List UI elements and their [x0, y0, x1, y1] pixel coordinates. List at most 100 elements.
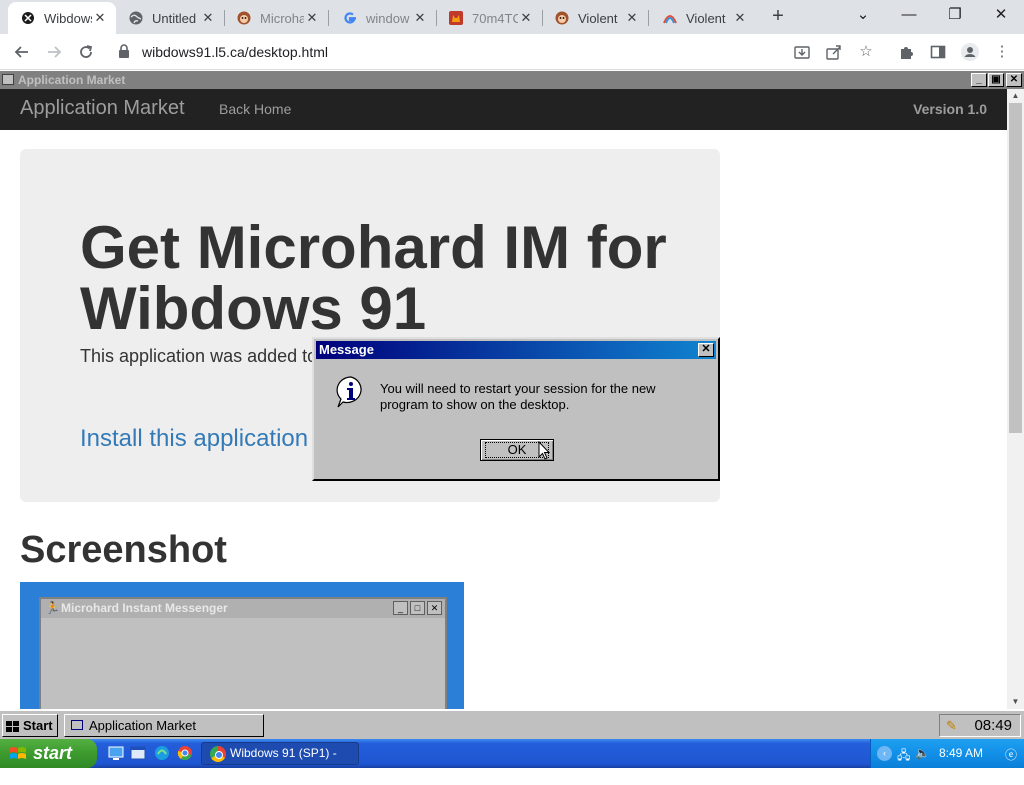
- tab-untitled[interactable]: Untitled ✕: [116, 2, 224, 34]
- app-navbar: Application Market Back Home Version 1.0: [0, 89, 1007, 130]
- screenshot-window-titlebar: 🏃 Microhard Instant Messenger: [41, 599, 445, 618]
- scroll-down-arrow-icon[interactable]: ▼: [1007, 695, 1024, 709]
- pencil-icon[interactable]: ✎: [946, 715, 957, 736]
- dialog-title: Message: [319, 342, 374, 357]
- xp-start-button[interactable]: start: [0, 739, 97, 768]
- tab-title: Violent: [686, 10, 726, 26]
- window-close-button[interactable]: ✕: [978, 0, 1024, 32]
- tab-google-search[interactable]: window ✕: [330, 2, 436, 34]
- xp-start-label: start: [33, 743, 73, 763]
- wibdows-icon: [20, 10, 36, 26]
- cat-icon: [448, 10, 464, 26]
- dialog-titlebar[interactable]: Message ✕: [316, 341, 716, 359]
- screenshot-window-title: Microhard Instant Messenger: [61, 601, 228, 615]
- globe-icon: [128, 10, 144, 26]
- profile-avatar-icon[interactable]: [958, 40, 982, 64]
- w91-close-button[interactable]: ✕: [1006, 73, 1022, 87]
- xp-clock: 8:49 AM: [939, 746, 984, 760]
- monkey-icon: [236, 10, 252, 26]
- screenshot-messenger-window: 🏃 Microhard Instant Messenger _ □ ✕: [39, 597, 447, 709]
- tab-violentmonkey-1[interactable]: Violent ✕: [542, 2, 648, 34]
- new-tab-button[interactable]: +: [766, 5, 790, 29]
- close-icon[interactable]: ✕: [304, 10, 320, 26]
- lock-icon[interactable]: [118, 44, 132, 60]
- scroll-thumb[interactable]: [1009, 103, 1022, 433]
- close-icon[interactable]: ✕: [518, 10, 534, 26]
- w91-task-label: Application Market: [89, 718, 196, 733]
- screenshot-image: 🏃 Microhard Instant Messenger _ □ ✕: [20, 582, 464, 709]
- xp-taskbar: start Wibdows 91 (SP1) - Go... ‹ 🖧 🔈 8:4…: [0, 739, 1024, 781]
- tab-search-chevron-icon[interactable]: ⌄: [840, 0, 886, 32]
- show-desktop-icon[interactable]: [108, 745, 124, 761]
- share-icon[interactable]: [822, 40, 846, 64]
- w91-clock: 08:49: [974, 717, 1012, 734]
- address-bar[interactable]: wibdows91.l5.ca/desktop.html: [108, 38, 888, 66]
- version-label: Version 1.0: [913, 101, 987, 117]
- xp-task-chrome-window[interactable]: Wibdows 91 (SP1) - Go...: [201, 742, 359, 781]
- w91-window-title: Application Market: [18, 73, 126, 87]
- extensions-puzzle-icon[interactable]: [894, 40, 918, 64]
- side-panel-icon[interactable]: [926, 40, 950, 64]
- w91-minimize-button[interactable]: _: [971, 73, 987, 87]
- app-brand-link[interactable]: Application Market: [20, 97, 185, 120]
- ie-notification-icon[interactable]: ⓔ: [1005, 746, 1017, 763]
- dialog-close-button[interactable]: ✕: [698, 343, 714, 357]
- tab-title: 70m4TC: [472, 10, 518, 26]
- tab-violentmonkey-2[interactable]: Violent ✕: [650, 2, 756, 34]
- app-heading: Get Microhard IM for Wibdows 91: [80, 214, 667, 342]
- forward-arrow-icon[interactable]: [42, 40, 66, 64]
- scroll-up-arrow-icon[interactable]: ▲: [1007, 89, 1024, 103]
- close-icon[interactable]: ✕: [624, 10, 640, 26]
- install-download-icon[interactable]: [790, 40, 814, 64]
- w91-start-logo-icon: [6, 719, 20, 740]
- w91-taskbar: Start Application Market ✎ 08:49: [0, 710, 1024, 739]
- tab-divider: [648, 10, 649, 26]
- w91-task-application-market[interactable]: Application Market: [64, 714, 264, 737]
- back-home-link[interactable]: Back Home: [219, 101, 291, 117]
- close-icon[interactable]: ✕: [732, 10, 748, 26]
- w91-start-button[interactable]: Start: [2, 714, 58, 737]
- chrome-icon: [210, 746, 226, 762]
- minimize-icon: _: [393, 601, 408, 615]
- messenger-runner-icon: 🏃: [45, 601, 60, 615]
- network-icon[interactable]: 🖧: [897, 746, 910, 767]
- kebab-menu-icon[interactable]: ⋮: [990, 40, 1014, 64]
- w91-maximize-button[interactable]: ▣: [988, 73, 1004, 87]
- maximize-icon: □: [410, 601, 425, 615]
- info-icon: [334, 375, 368, 414]
- window-app-icon: [71, 720, 83, 730]
- close-icon[interactable]: ✕: [92, 10, 108, 26]
- w91-start-label: Start: [23, 718, 53, 733]
- window-restore-button[interactable]: ❐: [932, 0, 978, 32]
- page-scrollbar[interactable]: ▲ ▼: [1007, 89, 1024, 709]
- tray-expand-chevron-icon[interactable]: ‹: [877, 746, 892, 761]
- tab-title: Wibdows: [44, 10, 92, 26]
- edge-browser-icon[interactable]: [154, 745, 170, 761]
- reload-icon[interactable]: [74, 40, 98, 64]
- window-minimize-button[interactable]: —: [886, 0, 932, 32]
- w91-window-titlebar[interactable]: Application Market: [0, 71, 1024, 89]
- xp-notification-area: ‹ 🖧 🔈 8:49 AM ⓔ: [870, 739, 1024, 768]
- close-icon: ✕: [427, 601, 442, 615]
- back-arrow-icon[interactable]: [10, 40, 34, 64]
- browser-toolbar: wibdows91.l5.ca/desktop.html ☆ ⋮: [0, 34, 1024, 70]
- message-dialog: Message ✕ You will need to restart your …: [312, 337, 720, 481]
- close-icon[interactable]: ✕: [412, 10, 428, 26]
- volume-icon[interactable]: 🔈: [915, 746, 930, 760]
- close-icon[interactable]: ✕: [200, 10, 216, 26]
- w91-system-tray: ✎ 08:49: [939, 714, 1021, 737]
- bookmark-star-icon[interactable]: ☆: [854, 40, 878, 64]
- chrome-icon[interactable]: [177, 745, 193, 761]
- url-text[interactable]: wibdows91.l5.ca/desktop.html: [142, 44, 328, 60]
- mouse-cursor-icon: [538, 440, 551, 465]
- windows-flag-icon: [10, 747, 26, 759]
- tab-title: Violent: [578, 10, 618, 26]
- dialog-message: You will need to restart your session fo…: [380, 381, 656, 412]
- install-link[interactable]: Install this application: [80, 425, 308, 453]
- tab-microhard[interactable]: Microha ✕: [224, 2, 328, 34]
- explorer-window-icon[interactable]: [130, 745, 146, 761]
- tab-70m4tc[interactable]: 70m4TC ✕: [436, 2, 542, 34]
- tab-title: Microha: [260, 10, 304, 26]
- tab-wibdows[interactable]: Wibdows ✕: [8, 2, 116, 34]
- xp-task-label: Wibdows 91 (SP1) - Go...: [230, 746, 337, 781]
